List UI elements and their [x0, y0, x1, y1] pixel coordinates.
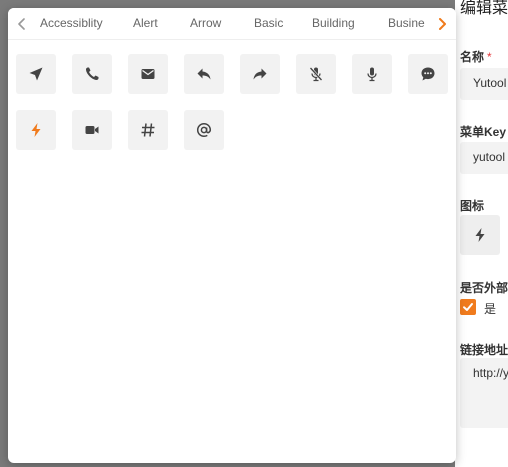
at-sign-icon [196, 122, 212, 138]
send-icon [29, 67, 43, 81]
mail-icon [141, 69, 155, 79]
mic-icon [367, 67, 377, 82]
icon-option-mail[interactable] [128, 54, 168, 94]
chat-bubble-icon [421, 67, 435, 81]
tab-alert[interactable]: Alert [133, 8, 158, 39]
tab-business[interactable]: Busine [388, 8, 425, 39]
reply-icon [197, 68, 211, 80]
flash-icon [31, 123, 41, 137]
panel-title: 编辑菜 [460, 0, 508, 17]
icon-option-hashtag[interactable] [128, 110, 168, 150]
icon-option-chat-bubble[interactable] [408, 54, 448, 94]
external-label: 是否外部 [460, 281, 508, 295]
tabs-scroll-left[interactable] [8, 8, 36, 39]
icon-option-video-camera[interactable] [72, 110, 112, 150]
icon-label: 图标 [460, 199, 485, 213]
name-input[interactable]: Yutool [460, 68, 508, 100]
menu-key-input[interactable]: yutool [460, 142, 508, 174]
icon-option-phone[interactable] [72, 54, 112, 94]
name-label: 名称 * [460, 50, 492, 64]
icon-option-at-sign[interactable] [184, 110, 224, 150]
video-camera-icon [85, 126, 99, 134]
required-mark: * [487, 50, 492, 64]
icon-option-send[interactable] [16, 54, 56, 94]
icon-option-mic[interactable] [352, 54, 392, 94]
external-checkbox[interactable] [460, 299, 476, 315]
chevron-right-icon [439, 17, 446, 30]
tab-arrow[interactable]: Arrow [190, 8, 221, 39]
check-icon [463, 303, 473, 311]
mic-off-icon [309, 67, 323, 82]
icon-picker-popup: Accessiblity Alert Arrow Basic Building … [8, 8, 456, 463]
tabs-scroll-right[interactable] [428, 8, 456, 39]
tab-strip: Accessiblity Alert Arrow Basic Building … [8, 8, 456, 39]
icon-option-share-forward[interactable] [240, 54, 280, 94]
chevron-left-icon [18, 17, 25, 30]
menu-key-label: 菜单Key [460, 125, 507, 139]
hashtag-icon [141, 123, 155, 137]
link-input[interactable]: http://y [460, 358, 508, 428]
tab-building[interactable]: Building [312, 8, 355, 39]
phone-icon [85, 67, 99, 81]
tab-basic[interactable]: Basic [254, 8, 283, 39]
edit-menu-panel: 编辑菜 名称 * Yutool 菜单Key yutool 图标 是否外部 是 链接… [455, 0, 508, 467]
tab-accessiblity[interactable]: Accessiblity [40, 8, 103, 39]
flash-icon [475, 228, 485, 242]
icon-picker-trigger[interactable] [460, 215, 500, 255]
icon-option-mic-off[interactable] [296, 54, 336, 94]
share-forward-icon [253, 68, 267, 80]
link-label: 链接地址 [460, 343, 508, 357]
icon-option-flash[interactable] [16, 110, 56, 150]
icon-option-reply[interactable] [184, 54, 224, 94]
icon-category-tabs: Accessiblity Alert Arrow Basic Building … [8, 8, 456, 40]
external-option-label: 是 [484, 302, 497, 316]
